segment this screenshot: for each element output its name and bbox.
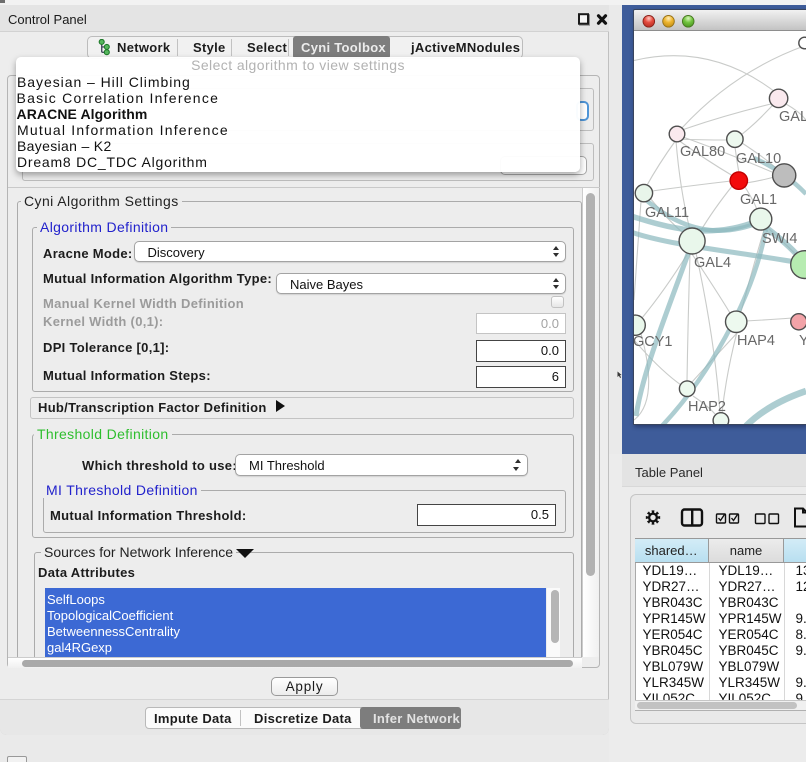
svg-text:GAL2: GAL2 <box>779 109 806 125</box>
svg-text:GAL80: GAL80 <box>680 144 725 160</box>
svg-text:HAP4: HAP4 <box>737 333 775 349</box>
svg-text:GAL11: GAL11 <box>645 205 689 221</box>
svg-text:SWI4: SWI4 <box>762 231 797 247</box>
svg-text:GCY1: GCY1 <box>634 334 673 350</box>
svg-text:GAL4: GAL4 <box>694 255 731 271</box>
svg-text:GAL1: GAL1 <box>740 192 777 208</box>
svg-text:YM: YM <box>799 333 806 349</box>
svg-text:GAL10: GAL10 <box>736 151 781 167</box>
svg-text:HAP2: HAP2 <box>688 399 726 415</box>
